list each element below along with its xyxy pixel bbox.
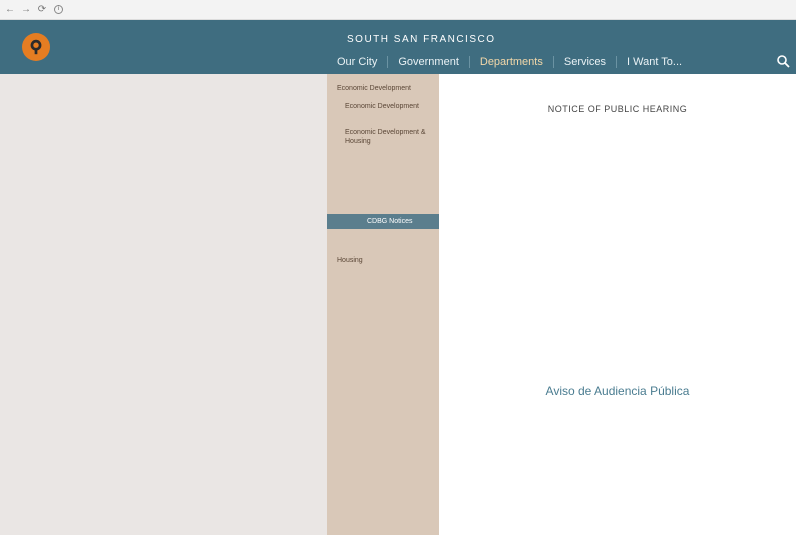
main-content: NOTICE OF PUBLIC HEARING Aviso de Audien… (439, 74, 796, 535)
sidebar-item-housing[interactable]: Housing (337, 256, 435, 265)
search-icon[interactable] (776, 54, 790, 68)
spanish-notice-title: Aviso de Audiencia Pública (545, 384, 690, 398)
sidebar-item-economic-development[interactable]: Economic Development (337, 84, 435, 93)
forward-button[interactable]: → (20, 2, 32, 18)
tree-logo-icon (30, 39, 42, 55)
notice-title: NOTICE OF PUBLIC HEARING (547, 104, 688, 114)
site-title[interactable]: SOUTH SAN FRANCISCO (347, 34, 496, 45)
sidebar-item-community-development[interactable]: Economic Development (345, 102, 431, 111)
reload-button[interactable]: ⟳ (36, 2, 48, 18)
nav-i-want-to[interactable]: I Want To... (617, 56, 692, 68)
nav-services[interactable]: Services (554, 56, 618, 68)
info-icon[interactable]: i (54, 5, 63, 14)
sidebar-item-housing-division[interactable]: Economic Development & Housing (345, 128, 431, 146)
nav-departments[interactable]: Departments (470, 56, 554, 68)
back-button[interactable]: ← (4, 2, 16, 18)
sidebar-item-cdbg-notices[interactable]: CDBG Notices (327, 214, 439, 229)
browser-toolbar: ← → ⟳ i (0, 0, 796, 20)
address-bar[interactable]: i (54, 3, 694, 17)
city-logo[interactable] (22, 33, 50, 61)
sidebar: Economic Development Economic Developmen… (327, 74, 439, 535)
site-header: SOUTH SAN FRANCISCO Our City Government … (327, 20, 796, 74)
left-background-panel (0, 20, 327, 535)
nav-our-city[interactable]: Our City (327, 56, 389, 68)
nav-government[interactable]: Government (388, 56, 470, 68)
main-navigation: Our City Government Departments Services… (327, 50, 796, 74)
